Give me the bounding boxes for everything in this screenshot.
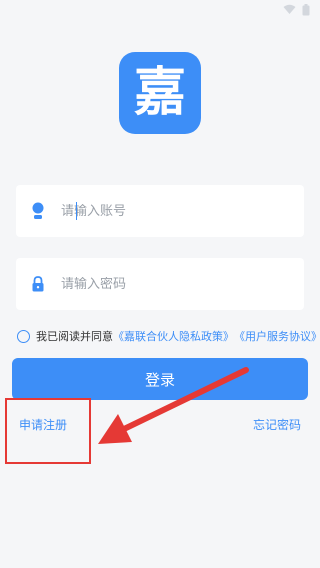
account-field[interactable] [16,185,304,237]
status-bar [0,0,320,22]
password-field[interactable] [16,258,304,310]
privacy-policy-link[interactable]: 《嘉联合伙人隐私政策》 [113,328,234,344]
agreement-row: 我已阅读并同意 《嘉联合伙人隐私政策》 《用户服务协议》 [17,327,320,345]
app-logo: 嘉 [119,52,201,134]
user-icon [29,202,47,220]
battery-icon [302,4,310,16]
annotation-highlight-box [5,398,91,464]
password-input[interactable] [61,276,281,292]
account-input[interactable] [61,203,281,219]
status-icons [283,4,310,16]
agreement-radio[interactable] [17,329,30,343]
forgot-password-link[interactable]: 忘记密码 [253,416,301,433]
user-agreement-link[interactable]: 《用户服务协议》 [234,328,320,344]
agreement-text: 我已阅读并同意 [36,330,113,343]
login-button[interactable]: 登录 [12,358,308,400]
lock-icon [29,275,47,293]
wifi-icon [283,4,296,14]
text-caret [76,202,77,220]
logo-text: 嘉 [133,63,186,123]
